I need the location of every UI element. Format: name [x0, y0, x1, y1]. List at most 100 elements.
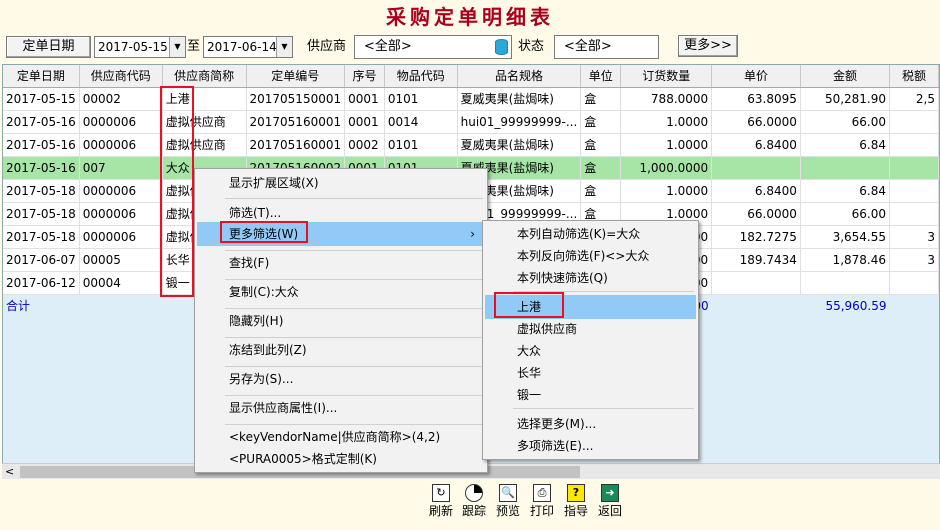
col-header-vendor-code[interactable]: 供应商代码 [79, 65, 163, 88]
guide-button[interactable]: ? 指导 [560, 484, 592, 519]
cell-seq[interactable]: 0002 [344, 133, 385, 157]
cell-amount[interactable] [800, 271, 891, 295]
cell-tax[interactable] [889, 110, 939, 134]
cell-amount[interactable] [800, 156, 891, 180]
cell-order-no[interactable]: 201705150001 [246, 87, 346, 111]
cell-order-date[interactable]: 2017-05-18 [3, 202, 80, 226]
cell-order-date[interactable]: 2017-05-15 [3, 87, 80, 111]
cell-unit[interactable]: 盒 [580, 133, 622, 157]
refresh-button[interactable]: ↻ 刷新 [425, 484, 457, 519]
cell-amount[interactable]: 66.00 [800, 110, 891, 134]
date-to-dropdown[interactable]: 2017-06-14 ▼ [203, 36, 293, 58]
return-button[interactable]: ➜ 返回 [594, 484, 626, 519]
cell-item-code[interactable]: 0014 [384, 110, 458, 134]
table-row[interactable]: 2017-05-16 0000006 虚拟供应商 201705160001 0002 01… [3, 133, 939, 157]
cell-seq[interactable]: 0001 [344, 110, 385, 134]
menu-save-as[interactable]: 另存为(S)... [197, 367, 485, 391]
col-header-item-code[interactable]: 物品代码 [384, 65, 458, 88]
cell-tax[interactable] [889, 156, 939, 180]
submenu-multi-filter[interactable]: 多项筛选(E)... [485, 434, 696, 458]
cell-tax[interactable] [889, 271, 939, 295]
col-header-unit[interactable]: 单位 [580, 65, 622, 88]
cell-unit[interactable]: 盒 [580, 87, 622, 111]
cell-unit-price[interactable]: 6.8400 [711, 133, 801, 157]
menu-vendor-properties[interactable]: 显示供应商属性(I)... [197, 396, 485, 420]
cell-unit-price[interactable]: 6.8400 [711, 179, 801, 203]
menu-show-extended-area[interactable]: 显示扩展区域(X) [197, 171, 485, 195]
table-row[interactable]: 2017-05-16 0000006 虚拟供应商 201705160001 0001 00… [3, 110, 939, 134]
cell-tax[interactable]: 3 [889, 225, 939, 249]
col-header-item-spec[interactable]: 品名规格 [457, 65, 582, 88]
cell-vendor-code[interactable]: 00005 [79, 248, 163, 272]
vendor-field[interactable]: <全部> [354, 35, 512, 59]
print-button[interactable]: ⎙ 打印 [526, 484, 558, 519]
preview-button[interactable]: 🔍 预览 [492, 484, 524, 519]
chevron-down-icon[interactable]: ▼ [169, 37, 185, 57]
status-field[interactable]: <全部> [554, 35, 659, 59]
cell-order-no[interactable]: 201705160001 [246, 110, 346, 134]
cell-unit-price[interactable] [711, 156, 801, 180]
cell-item-code[interactable]: 0101 [384, 133, 458, 157]
cell-tax[interactable]: 3 [889, 248, 939, 272]
submenu-reverse-filter[interactable]: 本列反向筛选(F)<>大众 [485, 244, 696, 268]
cell-unit[interactable]: 盒 [580, 156, 622, 180]
cell-amount[interactable]: 66.00 [800, 202, 891, 226]
date-from-dropdown[interactable]: 2017-05-15 ▼ [94, 36, 186, 58]
menu-field-info[interactable]: <keyVendorName|供应商简称>(4,2) [197, 425, 485, 449]
cell-quantity[interactable]: 788.0000 [620, 87, 713, 111]
menu-freeze-column[interactable]: 冻结到此列(Z) [197, 338, 485, 362]
cell-vendor-code[interactable]: 0000006 [79, 110, 163, 134]
submenu-auto-filter[interactable]: 本列自动筛选(K)=大众 [485, 222, 696, 246]
cell-vendor-code[interactable]: 0000006 [79, 202, 163, 226]
cell-order-date[interactable]: 2017-05-16 [3, 133, 80, 157]
cell-tax[interactable] [889, 133, 939, 157]
order-date-button[interactable]: 定单日期 [6, 36, 91, 58]
cell-amount[interactable]: 1,878.46 [800, 248, 891, 272]
col-header-vendor-name[interactable]: 供应商简称 [162, 65, 247, 88]
menu-find[interactable]: 查找(F) [197, 251, 485, 275]
cell-order-date[interactable]: 2017-05-18 [3, 179, 80, 203]
cell-vendor-code[interactable]: 00004 [79, 271, 163, 295]
cell-unit-price[interactable]: 182.7275 [711, 225, 801, 249]
table-row[interactable]: 2017-05-15 00002 上港 201705150001 0001 0101 夏威夷… [3, 87, 939, 111]
cell-unit[interactable]: 盒 [580, 179, 622, 203]
submenu-quick-filter[interactable]: 本列快速筛选(Q) [485, 266, 696, 290]
scroll-left-icon[interactable]: < [5, 464, 14, 480]
cell-tax[interactable]: 2,5 [889, 87, 939, 111]
more-button[interactable]: 更多>> [678, 35, 738, 57]
cell-vendor-code[interactable]: 0000006 [79, 225, 163, 249]
cell-item-spec[interactable]: hui01_99999999-... [457, 110, 582, 134]
menu-copy[interactable]: 复制(C):大众 [197, 280, 485, 304]
col-header-seq[interactable]: 序号 [344, 65, 385, 88]
submenu-value-changhua[interactable]: 长华 [485, 361, 696, 385]
cell-unit-price[interactable]: 63.8095 [711, 87, 801, 111]
submenu-value-duanyi[interactable]: 锻一 [485, 383, 696, 407]
cell-quantity[interactable]: 1.0000 [620, 110, 713, 134]
cell-unit-price[interactable]: 66.0000 [711, 110, 801, 134]
cell-order-date[interactable]: 2017-05-16 [3, 110, 80, 134]
col-header-amount[interactable]: 金额 [800, 65, 891, 88]
cell-unit-price[interactable]: 66.0000 [711, 202, 801, 226]
cell-order-date[interactable]: 2017-05-18 [3, 225, 80, 249]
cell-item-spec[interactable]: 夏威夷果(盐焗味) [457, 87, 582, 111]
submenu-value-virtual-vendor[interactable]: 虚拟供应商 [485, 317, 696, 341]
cell-vendor-code[interactable]: 0000006 [79, 133, 163, 157]
submenu-value-dazhong[interactable]: 大众 [485, 339, 696, 363]
cell-unit-price[interactable]: 189.7434 [711, 248, 801, 272]
cell-quantity[interactable]: 1,000.0000 [620, 156, 713, 180]
cell-amount[interactable]: 6.84 [800, 179, 891, 203]
menu-hide-column[interactable]: 隐藏列(H) [197, 309, 485, 333]
cell-quantity[interactable]: 1.0000 [620, 133, 713, 157]
cell-order-date[interactable]: 2017-05-16 [3, 156, 80, 180]
cell-item-code[interactable]: 0101 [384, 87, 458, 111]
cell-vendor-code[interactable]: 00002 [79, 87, 163, 111]
cell-amount[interactable]: 6.84 [800, 133, 891, 157]
col-header-tax[interactable]: 税额 [889, 65, 939, 88]
cell-amount[interactable]: 50,281.90 [800, 87, 891, 111]
cell-vendor-code[interactable]: 0000006 [79, 179, 163, 203]
cell-order-no[interactable]: 201705160001 [246, 133, 346, 157]
cell-quantity[interactable]: 1.0000 [620, 179, 713, 203]
cell-order-date[interactable]: 2017-06-07 [3, 248, 80, 272]
cell-order-date[interactable]: 2017-06-12 [3, 271, 80, 295]
database-icon[interactable] [495, 39, 508, 55]
